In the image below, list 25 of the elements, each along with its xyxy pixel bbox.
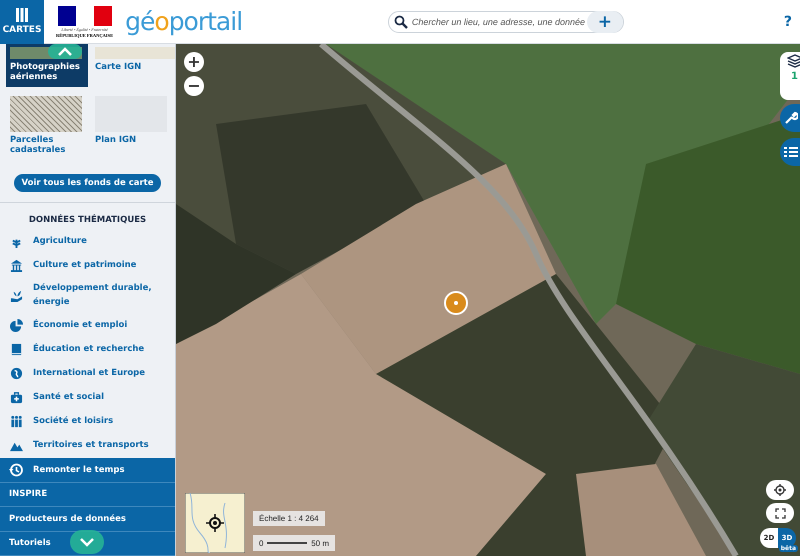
theme-link[interactable]: Éducation et recherche: [0, 337, 175, 361]
theme-link[interactable]: Agriculture: [0, 229, 175, 253]
theme-link[interactable]: Territoires et transports: [0, 433, 175, 457]
search-bar[interactable]: Chercher un lieu, une adresse, une donnée +: [388, 10, 624, 32]
theme-link[interactable]: Développement durable, énergie: [0, 277, 175, 313]
section-heading: DONNÉES THÉMATIQUES: [28, 215, 148, 225]
theme-link[interactable]: Culture et patrimoine: [0, 253, 175, 277]
footer-link[interactable]: INSPIRE: [0, 482, 175, 507]
add-button[interactable]: +: [586, 10, 623, 32]
base-map-tile[interactable]: Parcelles cadastrales: [6, 93, 88, 160]
scale-label: Échelle 1 : 4 264: [253, 511, 325, 526]
all-base-maps-button[interactable]: Voir tous les fonds de carte: [14, 174, 162, 192]
scale-bar: 0 50 m: [253, 535, 335, 551]
help-button[interactable]: ?: [784, 14, 792, 30]
footer-link[interactable]: Remonter le temps: [0, 458, 175, 482]
theme-link[interactable]: Société et loisirs: [0, 409, 175, 433]
app-logo: géoportail: [125, 7, 242, 36]
theme-link[interactable]: Économie et emploi: [0, 313, 175, 337]
maps-menu-button[interactable]: CARTES: [0, 0, 44, 44]
search-input[interactable]: Chercher un lieu, une adresse, une donnée: [408, 16, 587, 26]
theme-link[interactable]: Santé et social: [0, 385, 175, 409]
layers-button[interactable]: 1: [780, 52, 800, 100]
base-map-tile[interactable]: Plan IGN: [91, 93, 173, 160]
theme-link[interactable]: International et Europe: [0, 361, 175, 385]
base-map-tile[interactable]: Carte IGN: [91, 44, 173, 87]
